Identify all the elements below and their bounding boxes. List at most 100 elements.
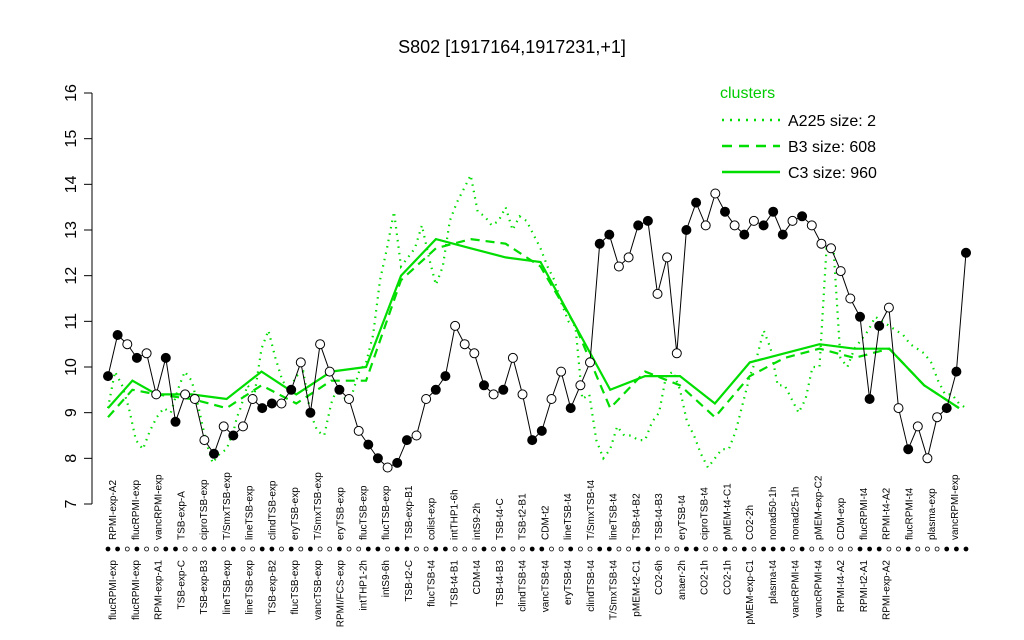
data-point: [951, 366, 962, 377]
top-category-label: intS9-2h: [472, 503, 483, 540]
data-point: [430, 384, 441, 395]
data-point: [961, 247, 971, 258]
rug-marker: [192, 546, 198, 552]
bottom-category-label: vancTSB-t4: [540, 560, 551, 613]
data-point: [864, 394, 875, 404]
data-point: [247, 394, 258, 404]
top-category-label: CDM-exp: [836, 497, 847, 540]
data-point: [286, 384, 297, 395]
rug-marker: [385, 546, 391, 552]
rug-marker: [423, 546, 429, 552]
rug-marker: [153, 546, 159, 552]
rug-marker: [886, 546, 892, 552]
data-point: [276, 398, 287, 409]
rug-marker: [790, 546, 795, 552]
series-line-2: [107, 237, 960, 419]
rug-marker: [761, 546, 766, 552]
data-point: [874, 320, 885, 331]
data-point: [257, 403, 268, 414]
y-tick-label: 12: [63, 267, 80, 285]
bottom-category-label: TSB-exp-B3: [199, 560, 210, 615]
top-category-label: lineTSB-t4: [563, 493, 574, 540]
rug-marker: [327, 546, 333, 552]
data-point: [835, 266, 846, 277]
data-point: [334, 384, 345, 395]
data-points: [103, 188, 971, 473]
rug-marker: [703, 546, 709, 552]
top-category-label: nonad50-1h: [768, 487, 779, 540]
bottom-category-label: RPMI-exp-A1: [154, 560, 165, 620]
rug-marker: [578, 546, 583, 552]
data-point: [903, 444, 914, 455]
data-point: [691, 197, 702, 208]
bottom-category-label: TSB-t4-B3: [495, 560, 506, 607]
rug-marker: [115, 546, 120, 552]
rug-marker: [568, 546, 574, 552]
y-tick-label: 10: [63, 358, 80, 376]
rug-marker: [481, 546, 487, 552]
rug-marker: [799, 546, 805, 552]
y-tick-label: 14: [63, 175, 80, 193]
rug-marker: [529, 546, 535, 552]
legend: clusters A225 size: 2 B3 size: 608 C3 si…: [720, 85, 877, 182]
rug-marker: [201, 546, 207, 552]
bottom-category-label: vancTSB-exp: [313, 560, 324, 620]
rug-marker: [442, 546, 448, 552]
rug-marker: [471, 546, 477, 552]
top-category-label: lineTSB-exp: [245, 485, 256, 540]
bottom-category-label: TSB-exp-B2: [267, 560, 278, 615]
rug-marker: [346, 546, 352, 552]
y-tick-label: 13: [63, 221, 80, 239]
rug-marker: [693, 546, 699, 552]
data-point: [806, 220, 817, 231]
data-point: [652, 288, 663, 299]
data-point: [122, 339, 133, 350]
series-line-1: [106, 171, 967, 470]
rug-marker: [124, 546, 130, 552]
y-tick-label: 9: [63, 408, 80, 417]
rug-marker: [925, 546, 930, 552]
bottom-category-label: RPMI-t4-A2: [836, 560, 847, 613]
rug-marker: [211, 546, 217, 552]
bottom-category-label: CO2-1h: [700, 560, 711, 595]
y-tick-label: 8: [63, 454, 80, 463]
rug-marker: [414, 546, 419, 552]
data-point: [353, 425, 364, 436]
rug-marker: [828, 546, 834, 552]
rug-marker: [491, 546, 497, 552]
top-category-label: T/SmxTSB-t4: [586, 480, 597, 540]
data-point: [527, 435, 538, 446]
data-point: [739, 229, 750, 240]
data-point: [845, 293, 856, 304]
y-tick-label: 15: [63, 130, 80, 148]
data-point: [855, 311, 865, 322]
data-point: [671, 348, 682, 359]
data-point: [681, 225, 692, 235]
data-point: [585, 357, 595, 368]
data-point: [450, 320, 461, 331]
bottom-category-label: CDM-t4: [472, 560, 483, 595]
data-point: [324, 366, 335, 377]
rug-marker: [587, 546, 593, 552]
chart: S802 [1917164,1917231,+1] 7 8 9 10 11 12 13 14 1…: [63, 37, 971, 628]
y-tick-label: 11: [63, 313, 80, 330]
data-point: [662, 252, 673, 263]
top-category-label: T/SmxTSB-exp: [313, 472, 324, 540]
top-category-label: flucRPMI-t4: [859, 487, 870, 540]
data-point: [546, 394, 557, 404]
rug-marker: [539, 546, 545, 552]
top-category-label: pMEM-exp-C2: [813, 475, 824, 540]
top-category-label: flucTSB-exp: [381, 485, 392, 540]
data-point: [787, 215, 798, 226]
data-point: [575, 380, 586, 391]
rug-marker: [809, 546, 815, 552]
data-point: [633, 220, 644, 231]
data-point: [392, 457, 403, 468]
sample-rug: [105, 546, 969, 552]
data-point: [556, 366, 567, 377]
data-point: [344, 394, 354, 404]
bottom-category-labels: flucRPMI-exp flucRPMI-exp RPMI-exp-A1 TSB-e…: [108, 560, 893, 628]
top-category-label: eryTSB-exp: [336, 487, 347, 540]
rug-marker: [896, 546, 901, 552]
bottom-category-label: lineTSB-exp: [245, 560, 256, 615]
